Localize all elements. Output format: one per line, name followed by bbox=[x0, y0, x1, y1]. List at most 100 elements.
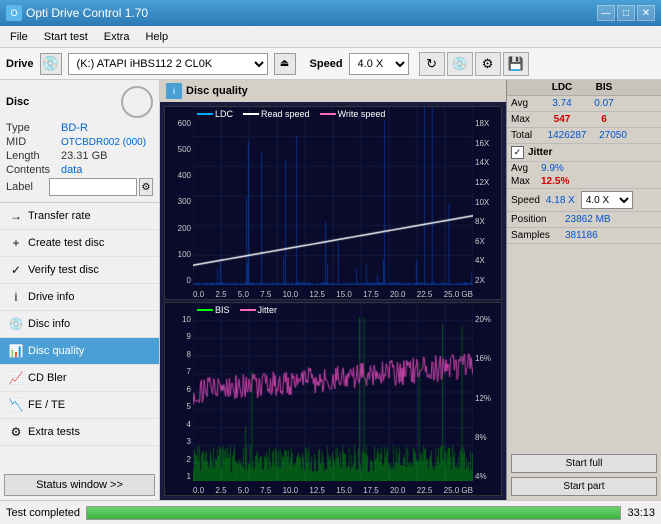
label-button[interactable]: ⚙ bbox=[139, 178, 153, 196]
max-label: Max bbox=[511, 114, 541, 125]
extra-tests-icon: ⚙ bbox=[8, 424, 24, 440]
status-text: Test completed bbox=[6, 507, 80, 519]
close-button[interactable]: ✕ bbox=[637, 5, 655, 21]
nav-transfer-rate[interactable]: → Transfer rate bbox=[0, 203, 159, 230]
length-value: 23.31 GB bbox=[61, 150, 107, 162]
eject-icon[interactable]: ⏏ bbox=[274, 53, 296, 75]
cd-bler-icon: 📈 bbox=[8, 370, 24, 386]
samples-row: Samples 381186 bbox=[507, 228, 661, 244]
jitter-legend-label: Jitter bbox=[258, 305, 278, 315]
nav-transfer-rate-label: Transfer rate bbox=[28, 210, 91, 222]
speed-row-value: 4.18 X bbox=[546, 195, 575, 206]
position-label: Position bbox=[511, 214, 563, 225]
menu-start-test[interactable]: Start test bbox=[38, 29, 94, 45]
readspeed-legend-label: Read speed bbox=[261, 109, 310, 119]
start-full-button[interactable]: Start full bbox=[511, 454, 657, 473]
writespeed-legend: Write speed bbox=[320, 109, 386, 119]
disc-quality-icon: 📊 bbox=[8, 343, 24, 359]
nav-verify-test-disc[interactable]: ✓ Verify test disc bbox=[0, 257, 159, 284]
nav-disc-quality-label: Disc quality bbox=[28, 345, 84, 357]
total-label: Total bbox=[511, 130, 541, 141]
jitter-legend: Jitter bbox=[240, 305, 278, 315]
speed-label: Speed bbox=[310, 58, 343, 70]
bis-legend: BIS bbox=[197, 305, 230, 315]
chart2-y-labels-left: 10 9 8 7 6 5 4 3 2 1 bbox=[165, 315, 193, 481]
speed-row-label: Speed bbox=[511, 195, 540, 206]
disc-quality-title: Disc quality bbox=[186, 85, 248, 97]
disc-image bbox=[121, 86, 153, 118]
nav-disc-quality[interactable]: 📊 Disc quality bbox=[0, 338, 159, 365]
save-icon[interactable]: 💾 bbox=[503, 52, 529, 76]
nav-fe-te[interactable]: 📉 FE / TE bbox=[0, 392, 159, 419]
type-label: Type bbox=[6, 122, 61, 134]
nav-extra-tests-label: Extra tests bbox=[28, 426, 80, 438]
position-row: Position 23862 MB bbox=[507, 212, 661, 228]
maximize-button[interactable]: □ bbox=[617, 5, 635, 21]
nav-create-test-disc[interactable]: + Create test disc bbox=[0, 230, 159, 257]
chart1-canvas bbox=[193, 107, 473, 285]
titlebar: O Opti Drive Control 1.70 — □ ✕ bbox=[0, 0, 661, 26]
speed-select[interactable]: 4.0 X bbox=[349, 53, 409, 75]
fe-te-icon: 📉 bbox=[8, 397, 24, 413]
sidebar: Disc Type BD-R MID OTCBDR002 (000) Lengt… bbox=[0, 80, 160, 500]
nav-disc-info[interactable]: 💿 Disc info bbox=[0, 311, 159, 338]
menu-file[interactable]: File bbox=[4, 29, 34, 45]
jitter-max: 12.5% bbox=[541, 176, 569, 187]
nav-cd-bler[interactable]: 📈 CD Bler bbox=[0, 365, 159, 392]
mid-value: OTCBDR002 (000) bbox=[61, 137, 146, 148]
max-bis: 6 bbox=[583, 114, 625, 125]
total-ldc: 1426287 bbox=[541, 130, 593, 141]
stats-total-row: Total 1426287 27050 bbox=[507, 128, 661, 144]
total-bis: 27050 bbox=[593, 130, 633, 141]
disc-icon[interactable]: 💿 bbox=[447, 52, 473, 76]
menu-extra[interactable]: Extra bbox=[98, 29, 136, 45]
nav-extra-tests[interactable]: ⚙ Extra tests bbox=[0, 419, 159, 446]
start-part-button[interactable]: Start part bbox=[511, 477, 657, 496]
ldc-legend-label: LDC bbox=[215, 109, 233, 119]
minimize-button[interactable]: — bbox=[597, 5, 615, 21]
chart1-legend: LDC Read speed Write speed bbox=[197, 109, 385, 119]
status-window-button[interactable]: Status window >> bbox=[4, 474, 155, 496]
refresh-icon[interactable]: ↻ bbox=[419, 52, 445, 76]
nav-disc-info-label: Disc info bbox=[28, 318, 70, 330]
ldc-header: LDC bbox=[541, 82, 583, 93]
jitter-checkbox[interactable]: ✓ bbox=[511, 146, 524, 159]
chart2-canvas bbox=[193, 303, 473, 481]
avg-bis: 0.07 bbox=[583, 98, 625, 109]
max-ldc: 547 bbox=[541, 114, 583, 125]
menu-help[interactable]: Help bbox=[139, 29, 174, 45]
charts-container: LDC Read speed Write speed 600 500 bbox=[160, 102, 506, 500]
menubar: File Start test Extra Help bbox=[0, 26, 661, 48]
statusbar: Test completed 33:13 bbox=[0, 500, 661, 524]
transfer-rate-icon: → bbox=[8, 208, 24, 224]
readspeed-legend: Read speed bbox=[243, 109, 310, 119]
settings-icon[interactable]: ⚙ bbox=[475, 52, 501, 76]
drive-select[interactable]: (K:) ATAPI iHBS112 2 CL0K bbox=[68, 53, 268, 75]
disc-info-icon: 💿 bbox=[8, 316, 24, 332]
drive-label: Drive bbox=[6, 58, 34, 70]
disc-quality-header: i Disc quality bbox=[160, 80, 506, 102]
speed-row-select[interactable]: 4.0 X bbox=[581, 191, 633, 209]
label-input[interactable] bbox=[49, 178, 137, 196]
samples-label: Samples bbox=[511, 230, 563, 241]
length-label: Length bbox=[6, 150, 61, 162]
app-title: Opti Drive Control 1.70 bbox=[26, 6, 148, 20]
stats-panel: LDC BIS Avg 3.74 0.07 Max 547 6 Total 14… bbox=[506, 80, 661, 500]
avg-ldc: 3.74 bbox=[541, 98, 583, 109]
disc-quality-icon-header: i bbox=[166, 83, 182, 99]
drive-info-icon: i bbox=[8, 289, 24, 305]
nav-drive-info[interactable]: i Drive info bbox=[0, 284, 159, 311]
chart2-y-labels-right: 20% 16% 12% 8% 4% bbox=[473, 315, 501, 481]
bis-legend-label: BIS bbox=[215, 305, 230, 315]
stats-headers: LDC BIS bbox=[507, 80, 661, 96]
create-disc-icon: + bbox=[8, 235, 24, 251]
ldc-legend: LDC bbox=[197, 109, 233, 119]
avg-label: Avg bbox=[511, 98, 541, 109]
chart1-x-labels: 0.0 2.5 5.0 7.5 10.0 12.5 15.0 17.5 20.0… bbox=[193, 290, 473, 299]
jitter-row: ✓ Jitter bbox=[507, 144, 661, 162]
stats-max-row: Max 547 6 bbox=[507, 112, 661, 128]
speed-row: Speed 4.18 X 4.0 X bbox=[507, 189, 661, 212]
samples-value: 381186 bbox=[565, 230, 598, 241]
verify-disc-icon: ✓ bbox=[8, 262, 24, 278]
bis-header: BIS bbox=[583, 82, 625, 93]
